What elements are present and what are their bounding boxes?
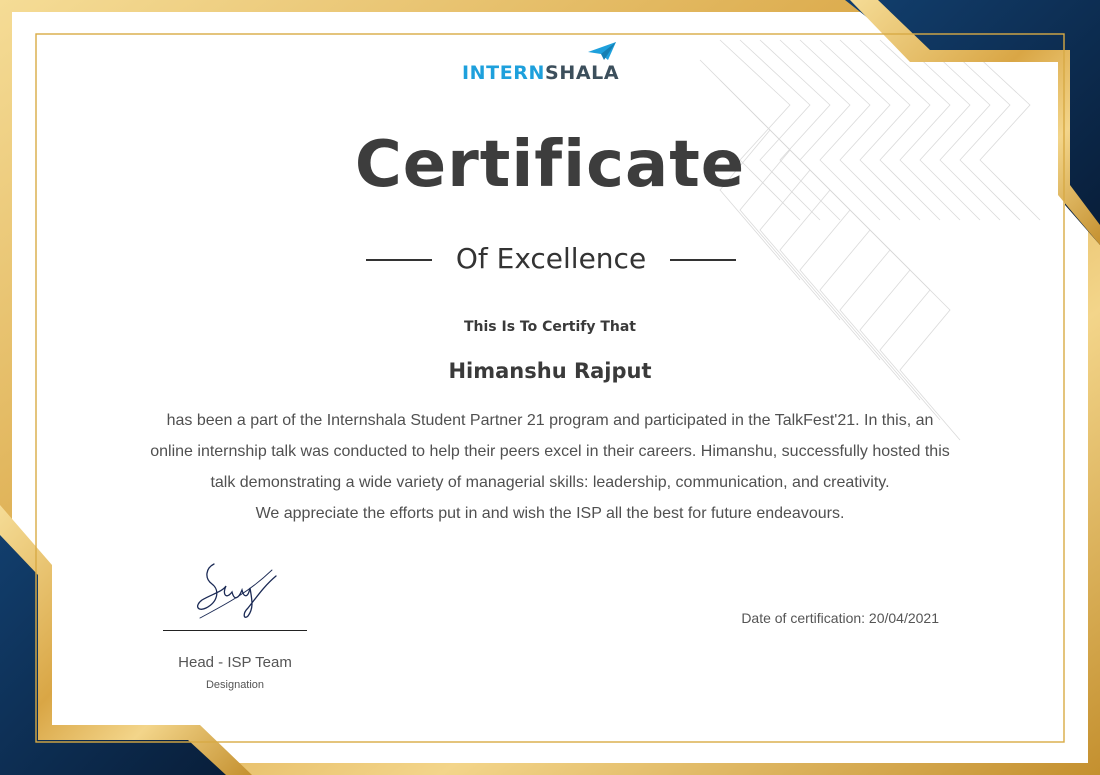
subtitle-block: Of Excellence bbox=[366, 240, 736, 280]
signatory-designation: Designation bbox=[205, 679, 265, 691]
body-paragraph: has been a part of the Internshala Stude… bbox=[150, 412, 950, 491]
logo-text-intern: INTERN bbox=[462, 62, 546, 84]
paper-plane-icon bbox=[588, 42, 616, 60]
certification-date: Date of certification: 20/04/2021 bbox=[741, 610, 939, 626]
internshala-logo: INTERNSHALA bbox=[462, 40, 632, 86]
certify-line: This Is To Certify That bbox=[463, 319, 637, 335]
certificate-title: Certificate bbox=[354, 128, 746, 202]
recipient-name: Himanshu Rajput bbox=[448, 359, 652, 383]
logo-wordmark: INTERNSHALA bbox=[462, 62, 619, 84]
subtitle-rule-left bbox=[366, 259, 432, 261]
logo-text-shala: SHALA bbox=[545, 62, 620, 84]
signatory-title: Head - ISP Team bbox=[178, 654, 292, 671]
signature-line bbox=[163, 630, 307, 631]
appreciation-line: We appreciate the efforts put in and wis… bbox=[255, 505, 845, 522]
certificate-subtitle: Of Excellence bbox=[455, 242, 647, 275]
subtitle-rule-right bbox=[670, 259, 736, 261]
signature-graphic bbox=[197, 563, 277, 619]
certificate-body: has been a part of the Internshala Stude… bbox=[150, 405, 950, 529]
